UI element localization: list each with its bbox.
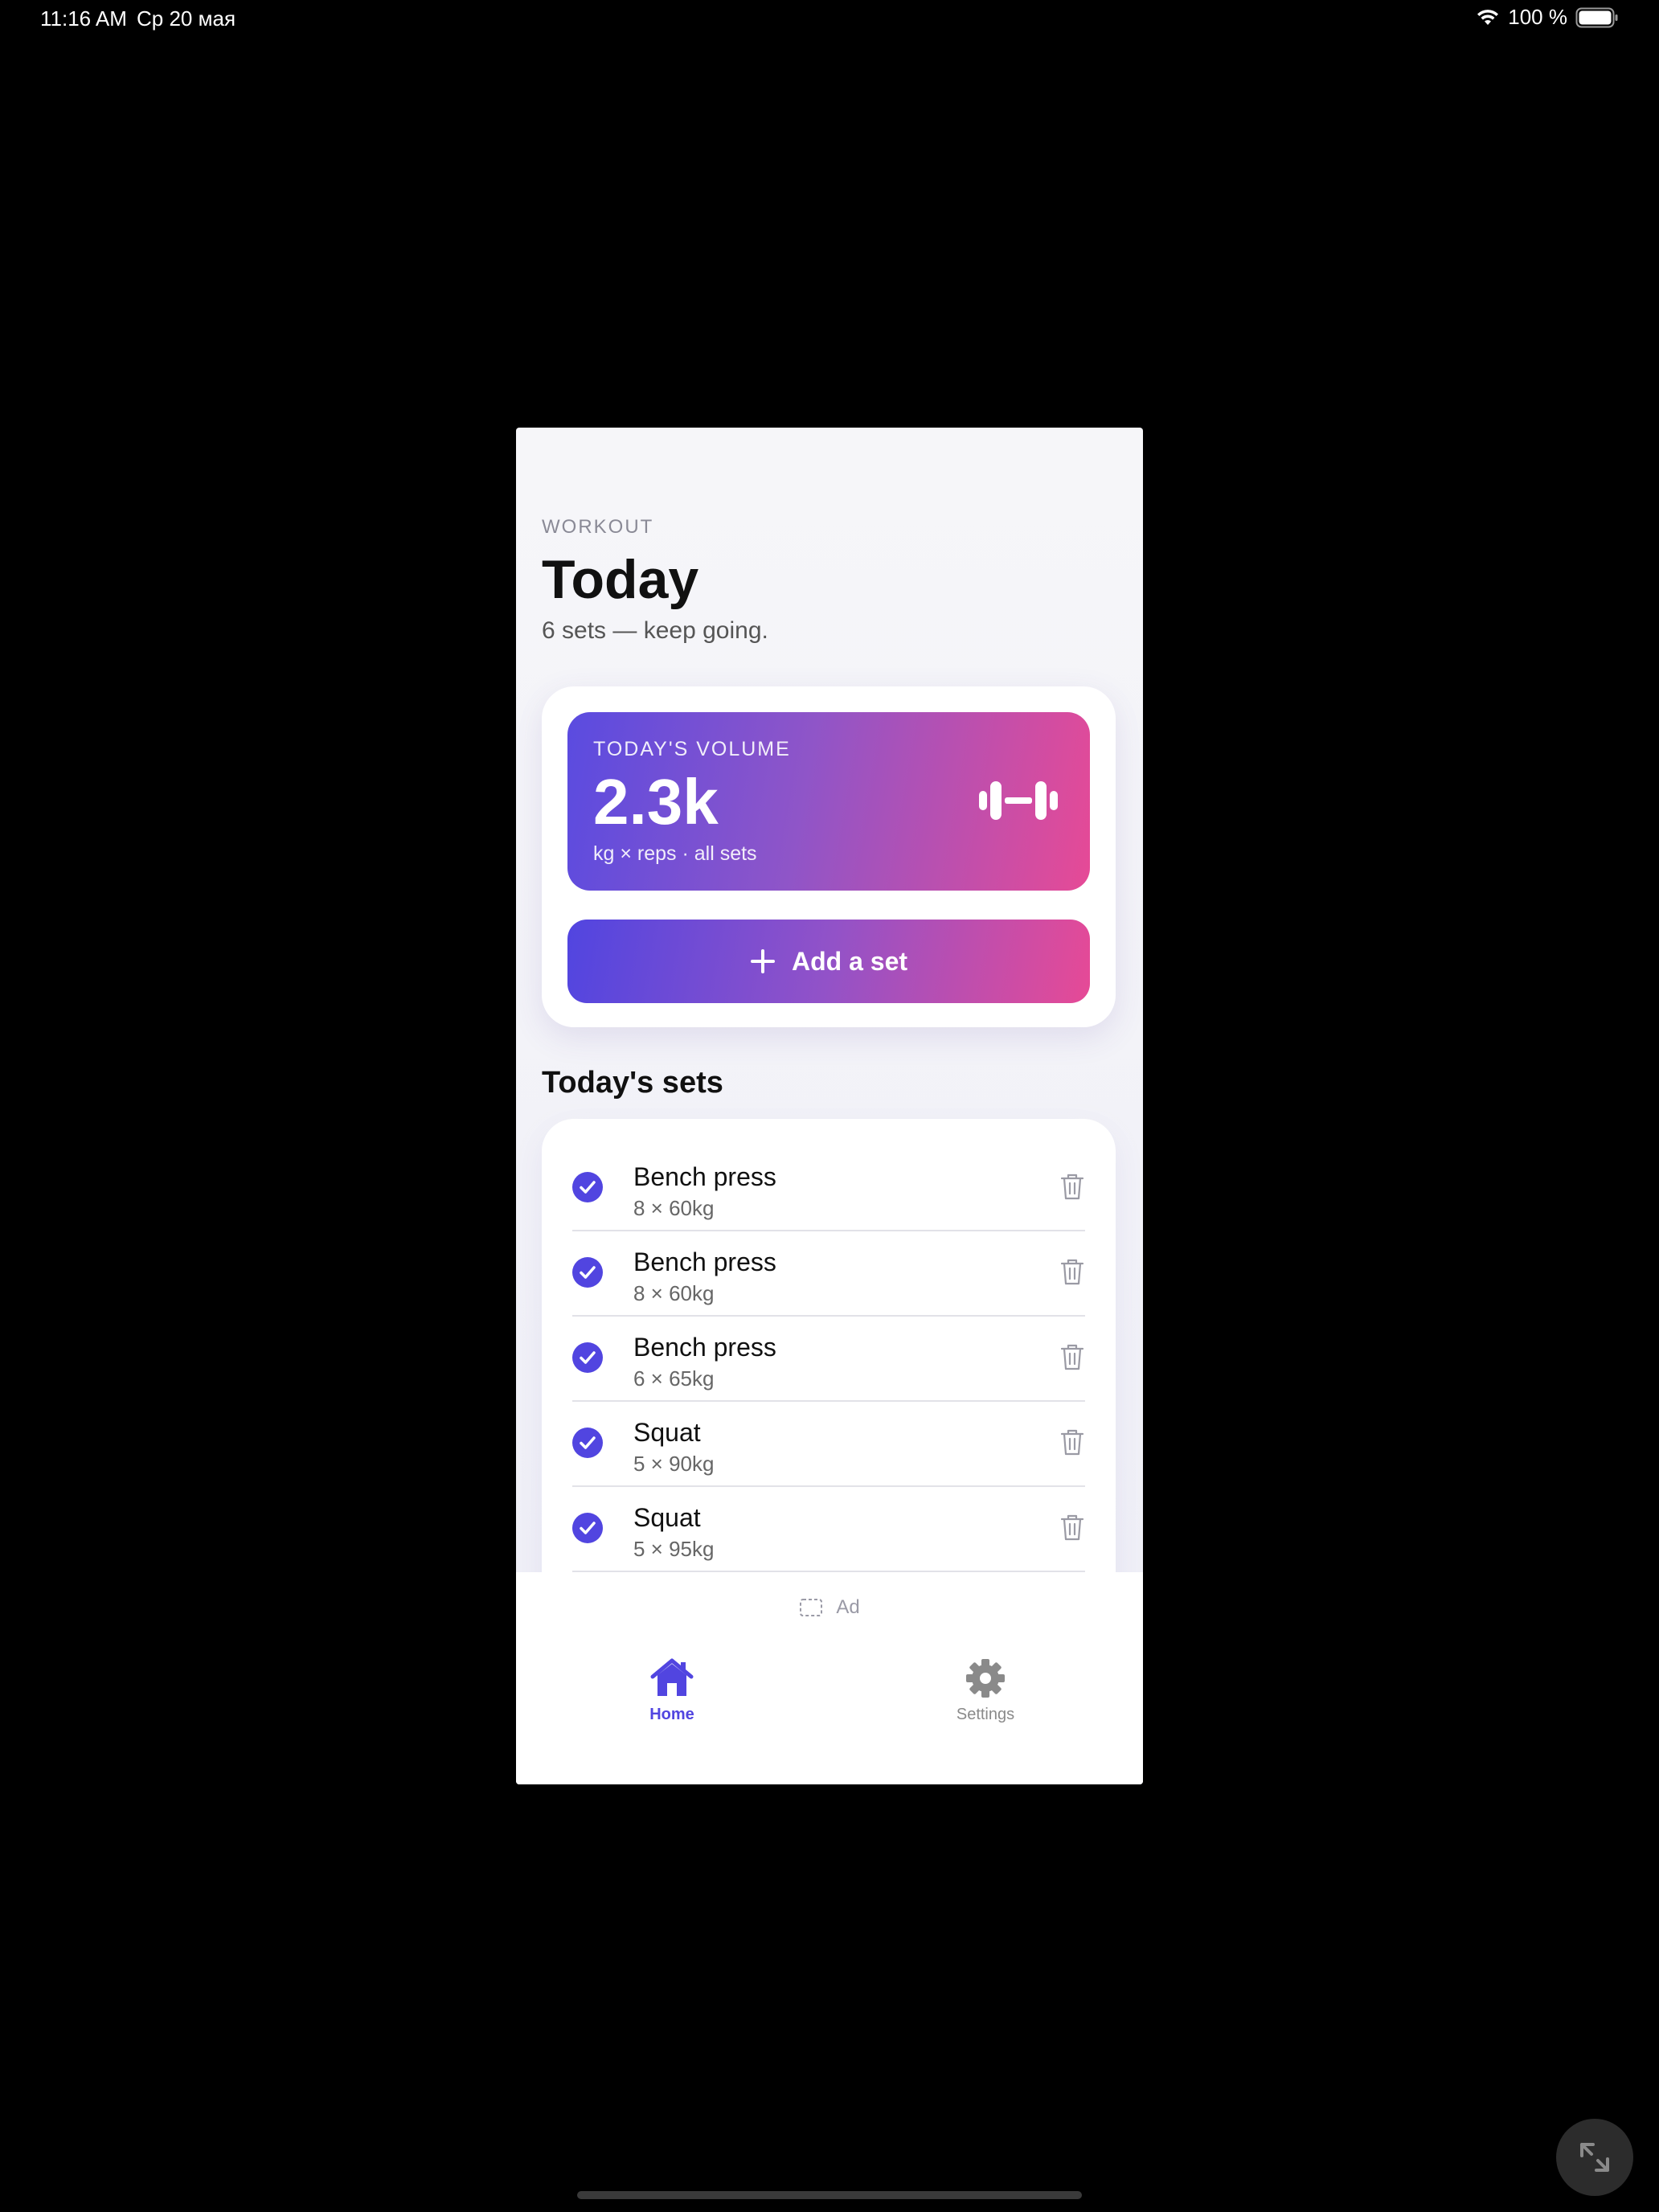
set-detail: 8 × 60kg xyxy=(633,1196,715,1220)
check-icon[interactable] xyxy=(572,1428,603,1458)
set-detail: 5 × 90kg xyxy=(633,1452,715,1476)
set-row[interactable]: Squat 5 × 95kg xyxy=(572,1485,1085,1572)
ad-banner[interactable]: Ad xyxy=(516,1596,1143,1619)
tab-home-label: Home xyxy=(649,1706,694,1723)
status-date: Ср 20 мая xyxy=(137,6,236,31)
trash-icon[interactable] xyxy=(1059,1342,1085,1371)
summary-card: TODAY'S VOLUME 2.3k kg × reps · all sets… xyxy=(542,686,1116,1027)
bottom-bar: Ad Home Settings xyxy=(516,1572,1143,1784)
add-set-label: Add a set xyxy=(791,946,908,976)
volume-label: TODAY'S VOLUME xyxy=(593,738,791,760)
page-subtitle: 6 sets — keep going. xyxy=(542,617,768,644)
ad-label: Ad xyxy=(836,1596,860,1618)
app-window: WORKOUT Today 6 sets — keep going. TODAY… xyxy=(516,428,1143,1784)
check-icon[interactable] xyxy=(572,1172,603,1202)
battery-icon xyxy=(1575,7,1618,27)
gear-icon xyxy=(966,1659,1005,1698)
set-row[interactable]: Bench press 6 × 65kg xyxy=(572,1315,1085,1402)
trash-icon[interactable] xyxy=(1059,1428,1085,1456)
set-name: Bench press xyxy=(633,1333,776,1362)
set-name: Bench press xyxy=(633,1247,776,1276)
sets-section-title: Today's sets xyxy=(542,1066,723,1100)
page-title: Today xyxy=(542,549,699,610)
sets-list: Bench press 8 × 60kg Bench press 8 × 60k… xyxy=(542,1119,1116,1617)
set-detail: 6 × 65kg xyxy=(633,1366,715,1391)
header-eyebrow: WORKOUT xyxy=(542,516,654,538)
trash-icon[interactable] xyxy=(1059,1172,1085,1201)
trash-icon[interactable] xyxy=(1059,1257,1085,1286)
volume-value: 2.3k xyxy=(593,766,719,838)
status-indicators: 100 % xyxy=(1476,5,1619,30)
set-name: Squat xyxy=(633,1503,701,1532)
tab-settings-label: Settings xyxy=(956,1706,1015,1723)
set-name: Squat xyxy=(633,1418,701,1447)
volume-card: TODAY'S VOLUME 2.3k kg × reps · all sets xyxy=(567,712,1090,891)
dumbbell-icon xyxy=(979,781,1058,820)
set-row[interactable]: Bench press 8 × 60kg xyxy=(572,1145,1085,1231)
set-detail: 8 × 60kg xyxy=(633,1281,715,1305)
trash-icon[interactable] xyxy=(1059,1513,1085,1542)
battery-percentage: 100 % xyxy=(1508,5,1567,29)
home-indicator[interactable] xyxy=(577,2191,1082,2199)
status-bar: 11:16 AM Ср 20 мая 100 % xyxy=(0,0,1659,40)
volume-caption: kg × reps · all sets xyxy=(593,842,757,865)
tab-settings[interactable]: Settings xyxy=(929,1657,1042,1724)
set-detail: 5 × 95kg xyxy=(633,1537,715,1561)
status-time: 11:16 AM xyxy=(40,6,127,31)
expand-button[interactable] xyxy=(1556,2119,1633,2196)
plus-icon xyxy=(750,949,775,973)
check-icon[interactable] xyxy=(572,1342,603,1373)
check-icon[interactable] xyxy=(572,1513,603,1543)
expand-icon xyxy=(1580,2143,1609,2172)
home-icon xyxy=(650,1658,694,1696)
add-set-button[interactable]: Add a set xyxy=(567,920,1090,1003)
ad-placeholder-icon xyxy=(800,1599,823,1616)
check-icon[interactable] xyxy=(572,1257,603,1288)
set-row[interactable]: Bench press 8 × 60kg xyxy=(572,1230,1085,1317)
wifi-icon xyxy=(1477,9,1499,25)
tab-home[interactable]: Home xyxy=(616,1657,728,1724)
set-row[interactable]: Squat 5 × 90kg xyxy=(572,1400,1085,1487)
set-name: Bench press xyxy=(633,1162,776,1191)
